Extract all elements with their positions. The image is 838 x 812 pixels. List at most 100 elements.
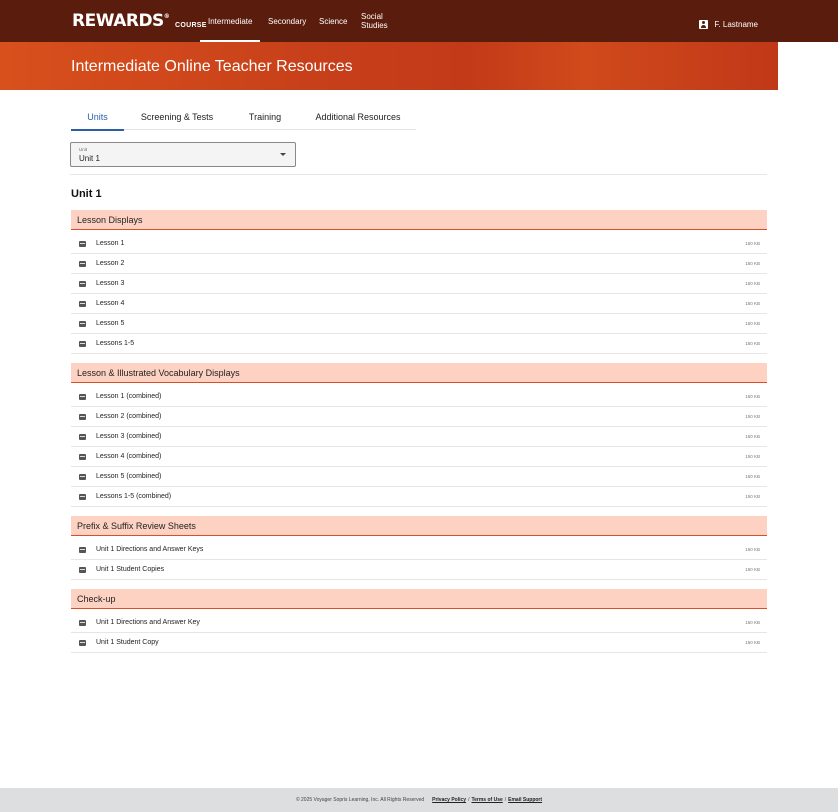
item-label: Lesson 5 (combined) — [96, 473, 162, 480]
rewards-logo[interactable]: REWARDS® — [72, 11, 170, 31]
section-header: Check-up — [71, 589, 767, 609]
page-title: Intermediate Online Teacher Resources — [71, 58, 353, 75]
pdf-icon — [79, 301, 86, 307]
list-item[interactable]: Unit 1 Directions and Answer Keys 150 KB — [71, 540, 767, 560]
item-label: Lesson 2 (combined) — [96, 413, 162, 420]
file-size: 150 KB — [745, 567, 760, 572]
file-size: 150 KB — [745, 434, 760, 439]
footer: © 2025 Voyager Sopris Learning, Inc. All… — [0, 788, 838, 812]
list-item[interactable]: Lessons 1-5 (combined) 150 KB — [71, 487, 767, 507]
item-label: Lessons 1-5 — [96, 340, 135, 347]
file-size: 150 KB — [745, 281, 760, 286]
pdf-icon — [79, 454, 86, 460]
list-item[interactable]: Lesson 4 150 KB — [71, 294, 767, 314]
email-support-link[interactable]: Email Support — [508, 797, 542, 803]
file-size: 150 KB — [745, 547, 760, 552]
tab-training[interactable]: Training — [230, 104, 300, 130]
pdf-icon — [79, 434, 86, 440]
user-menu[interactable]: F. Lastname — [699, 20, 758, 29]
item-label: Unit 1 Student Copy — [96, 639, 159, 646]
list-item[interactable]: Unit 1 Student Copy 150 KB — [71, 633, 767, 653]
list-item[interactable]: Lesson 3 150 KB — [71, 274, 767, 294]
item-label: Lesson 4 — [96, 300, 125, 307]
pdf-icon — [79, 547, 86, 553]
pdf-icon — [79, 321, 86, 327]
list-item[interactable]: Unit 1 Student Copies 150 KB — [71, 560, 767, 580]
item-label: Lessons 1-5 (combined) — [96, 493, 172, 500]
unit-heading: Unit 1 — [71, 188, 102, 200]
list-item[interactable]: Lesson 1 150 KB — [71, 234, 767, 254]
unit-select-label: Unit — [79, 147, 88, 152]
pdf-icon — [79, 341, 86, 347]
item-label: Unit 1 Directions and Answer Keys — [96, 546, 204, 553]
copyright-text: © 2025 Voyager Sopris Learning, Inc. All… — [295, 797, 425, 803]
item-label: Lesson 4 (combined) — [96, 453, 162, 460]
pdf-icon — [79, 414, 86, 420]
section-header: Prefix & Suffix Review Sheets — [71, 516, 767, 536]
user-account-icon — [699, 20, 709, 29]
tab-screening-tests[interactable]: Screening & Tests — [124, 104, 230, 130]
item-label: Lesson 5 — [96, 320, 125, 327]
item-label: Unit 1 Student Copies — [96, 566, 165, 573]
nav-social-studies[interactable]: Social Studies — [353, 0, 413, 42]
file-size: 150 KB — [745, 301, 760, 306]
privacy-policy-link[interactable]: Privacy Policy — [432, 797, 466, 803]
file-size: 150 KB — [745, 261, 760, 266]
item-label: Lesson 3 (combined) — [96, 433, 162, 440]
caret-down-icon — [280, 153, 286, 156]
list-item[interactable]: Lessons 1-5 150 KB — [71, 334, 767, 354]
file-size: 150 KB — [745, 341, 760, 346]
file-size: 150 KB — [745, 494, 760, 499]
list-item[interactable]: Lesson 2 150 KB — [71, 254, 767, 274]
pdf-icon — [79, 474, 86, 480]
resource-list: Lesson Displays Lesson 1 150 KB Lesson 2 1… — [71, 210, 767, 653]
item-label: Lesson 2 — [96, 260, 125, 267]
tab-units[interactable]: Units — [71, 104, 124, 131]
pdf-icon — [79, 394, 86, 400]
tab-additional-resources[interactable]: Additional Resources — [300, 104, 416, 130]
pdf-icon — [79, 261, 86, 267]
footer-separator: / — [504, 797, 507, 803]
file-size: 150 KB — [745, 640, 760, 645]
list-item[interactable]: Unit 1 Directions and Answer Key 150 KB — [71, 613, 767, 633]
unit-select[interactable]: Unit Unit 1 — [70, 142, 296, 167]
terms-of-use-link[interactable]: Terms of Use — [471, 797, 502, 803]
section-header: Lesson Displays — [71, 210, 767, 230]
nav-secondary[interactable]: Secondary — [260, 0, 311, 42]
divider — [70, 174, 767, 175]
list-item[interactable]: Lesson 3 (combined) 150 KB — [71, 427, 767, 447]
nav-science[interactable]: Science — [311, 0, 353, 42]
nav-intermediate[interactable]: Intermediate — [200, 0, 260, 42]
file-size: 150 KB — [745, 321, 760, 326]
file-size: 150 KB — [745, 241, 760, 246]
file-size: 150 KB — [745, 620, 760, 625]
file-size: 150 KB — [745, 414, 760, 419]
list-item[interactable]: Lesson 5 150 KB — [71, 314, 767, 334]
item-label: Lesson 1 — [96, 240, 125, 247]
pdf-icon — [79, 620, 86, 626]
section-header: Lesson & Illustrated Vocabulary Displays — [71, 363, 767, 383]
pdf-icon — [79, 494, 86, 500]
file-size: 150 KB — [745, 474, 760, 479]
pdf-icon — [79, 241, 86, 247]
pdf-icon — [79, 567, 86, 573]
file-size: 150 KB — [745, 394, 760, 399]
user-name: F. Lastname — [714, 20, 758, 29]
unit-select-value: Unit 1 — [79, 154, 100, 163]
list-item[interactable]: Lesson 4 (combined) 150 KB — [71, 447, 767, 467]
list-item[interactable]: Lesson 5 (combined) 150 KB — [71, 467, 767, 487]
resource-tabs: Units Screening & Tests Training Additio… — [71, 104, 416, 131]
item-label: Lesson 3 — [96, 280, 125, 287]
file-size: 150 KB — [745, 454, 760, 459]
pdf-icon — [79, 281, 86, 287]
hero-right-spacer — [778, 42, 838, 90]
list-item[interactable]: Lesson 1 (combined) 150 KB — [71, 387, 767, 407]
course-nav: Intermediate Secondary Science Social St… — [200, 0, 413, 42]
item-label: Lesson 1 (combined) — [96, 393, 162, 400]
footer-separator: / — [468, 797, 470, 803]
pdf-icon — [79, 640, 86, 646]
list-item[interactable]: Lesson 2 (combined) 150 KB — [71, 407, 767, 427]
